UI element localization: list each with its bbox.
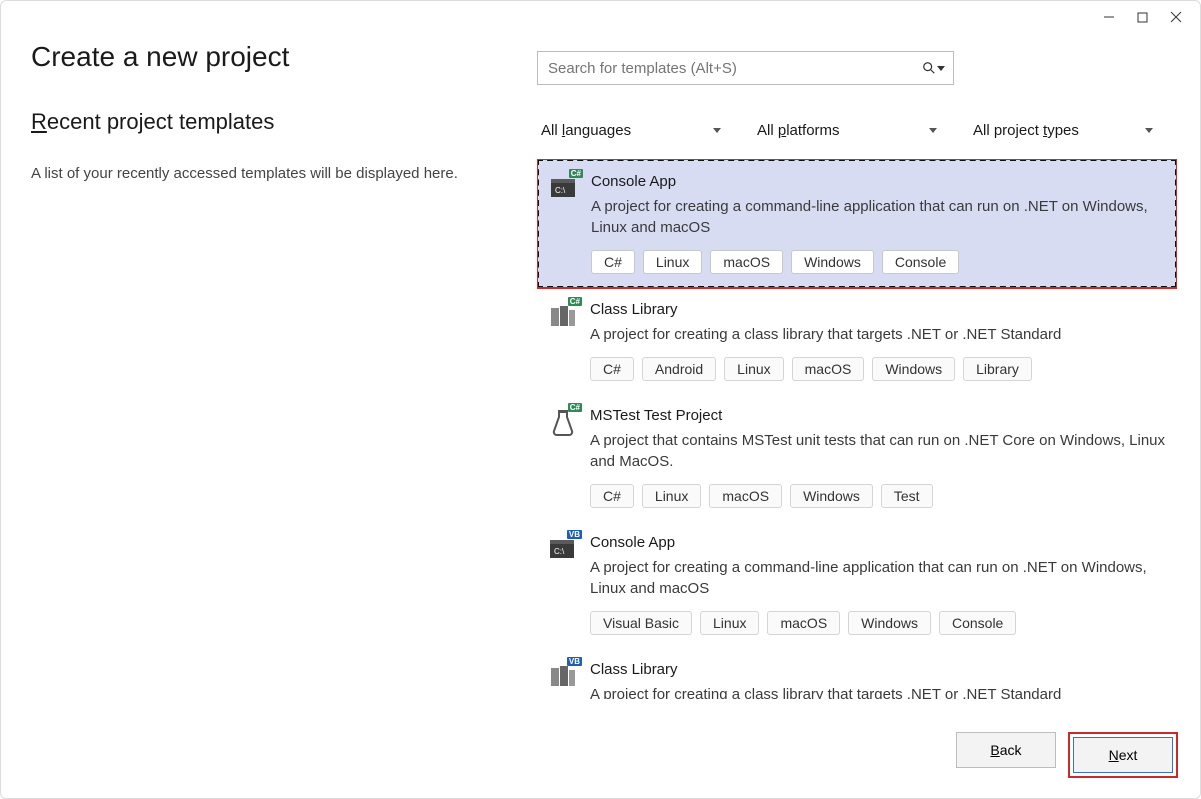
template-tag: Linux: [642, 484, 701, 508]
template-tag: C#: [591, 250, 635, 274]
next-button[interactable]: Next: [1073, 737, 1173, 773]
page-title: Create a new project: [31, 41, 289, 73]
template-item[interactable]: VB Class Library A project for creating a …: [537, 648, 1177, 699]
template-tags: C# Linux macOS Windows Console: [591, 250, 1165, 274]
back-button[interactable]: Back: [956, 732, 1056, 768]
template-tag: C#: [590, 484, 634, 508]
template-tag: macOS: [792, 357, 865, 381]
template-tag: Visual Basic: [590, 611, 692, 635]
close-button[interactable]: [1170, 11, 1182, 26]
template-description: A project for creating a command-line ap…: [590, 557, 1166, 599]
template-name: Console App: [590, 534, 1166, 551]
template-tag: Linux: [643, 250, 702, 274]
template-tag: Windows: [790, 484, 873, 508]
recent-templates-empty-text: A list of your recently accessed templat…: [31, 163, 501, 185]
recent-templates-header: Recent project templates: [31, 109, 501, 135]
template-name: Class Library: [590, 661, 1166, 678]
template-tag: Windows: [791, 250, 874, 274]
template-name: Class Library: [590, 301, 1166, 318]
template-icon: C:\C#: [549, 173, 579, 203]
template-tag: Windows: [872, 357, 955, 381]
search-icon[interactable]: [922, 61, 945, 75]
template-tag: Console: [939, 611, 1016, 635]
template-tag: Library: [963, 357, 1032, 381]
template-search-input[interactable]: [537, 51, 954, 85]
language-badge: C#: [569, 169, 583, 178]
search-input-field[interactable]: [548, 60, 922, 77]
language-badge: VB: [567, 530, 582, 539]
language-badge: VB: [567, 657, 582, 666]
filter-language-dropdown[interactable]: All languages: [537, 115, 727, 145]
chevron-down-icon: [713, 128, 721, 133]
minimize-button[interactable]: [1103, 11, 1115, 26]
template-tag: Linux: [724, 357, 783, 381]
chevron-down-icon: [1145, 128, 1153, 133]
template-item[interactable]: C:\VB Console App A project for creating a…: [537, 521, 1177, 648]
template-name: Console App: [591, 173, 1165, 190]
template-tag: Test: [881, 484, 933, 508]
template-item[interactable]: C:\C#Console AppA project for creating a…: [537, 159, 1177, 288]
chevron-down-icon: [929, 128, 937, 133]
template-description: A project for creating a command-line ap…: [591, 196, 1165, 238]
template-tag: Linux: [700, 611, 759, 635]
template-tag: Android: [642, 357, 716, 381]
maximize-button[interactable]: [1137, 11, 1148, 26]
template-tags: Visual Basic Linux macOS Windows Console: [590, 611, 1166, 635]
template-tag: macOS: [767, 611, 840, 635]
template-tag: macOS: [709, 484, 782, 508]
next-button-highlight: Next: [1068, 732, 1178, 778]
template-icon: C:\VB: [548, 534, 578, 564]
svg-text:C:\: C:\: [554, 547, 565, 556]
template-tag: macOS: [710, 250, 783, 274]
template-tags: C# Linux macOS Windows Test: [590, 484, 1166, 508]
template-list: C:\C#Console AppA project for creating a…: [537, 159, 1177, 699]
template-description: A project for creating a class library t…: [590, 684, 1166, 699]
template-name: MSTest Test Project: [590, 407, 1166, 424]
template-tags: C# Android Linux macOS Windows Library: [590, 357, 1166, 381]
svg-text:C:\: C:\: [555, 186, 566, 195]
template-item[interactable]: C# Class Library A project for creating a …: [537, 288, 1177, 394]
template-icon: C#: [548, 407, 578, 437]
filter-platform-dropdown[interactable]: All platforms: [753, 115, 943, 145]
window-controls: [1085, 1, 1200, 36]
template-icon: VB: [548, 661, 578, 691]
template-tag: Windows: [848, 611, 931, 635]
language-badge: C#: [568, 403, 582, 412]
template-description: A project for creating a class library t…: [590, 324, 1166, 345]
template-tag: Console: [882, 250, 959, 274]
template-item[interactable]: C# MSTest Test Project A project that cont…: [537, 394, 1177, 521]
template-tag: C#: [590, 357, 634, 381]
filter-projecttype-dropdown[interactable]: All project types: [969, 115, 1159, 145]
language-badge: C#: [568, 297, 582, 306]
template-icon: C#: [548, 301, 578, 331]
template-description: A project that contains MSTest unit test…: [590, 430, 1166, 472]
